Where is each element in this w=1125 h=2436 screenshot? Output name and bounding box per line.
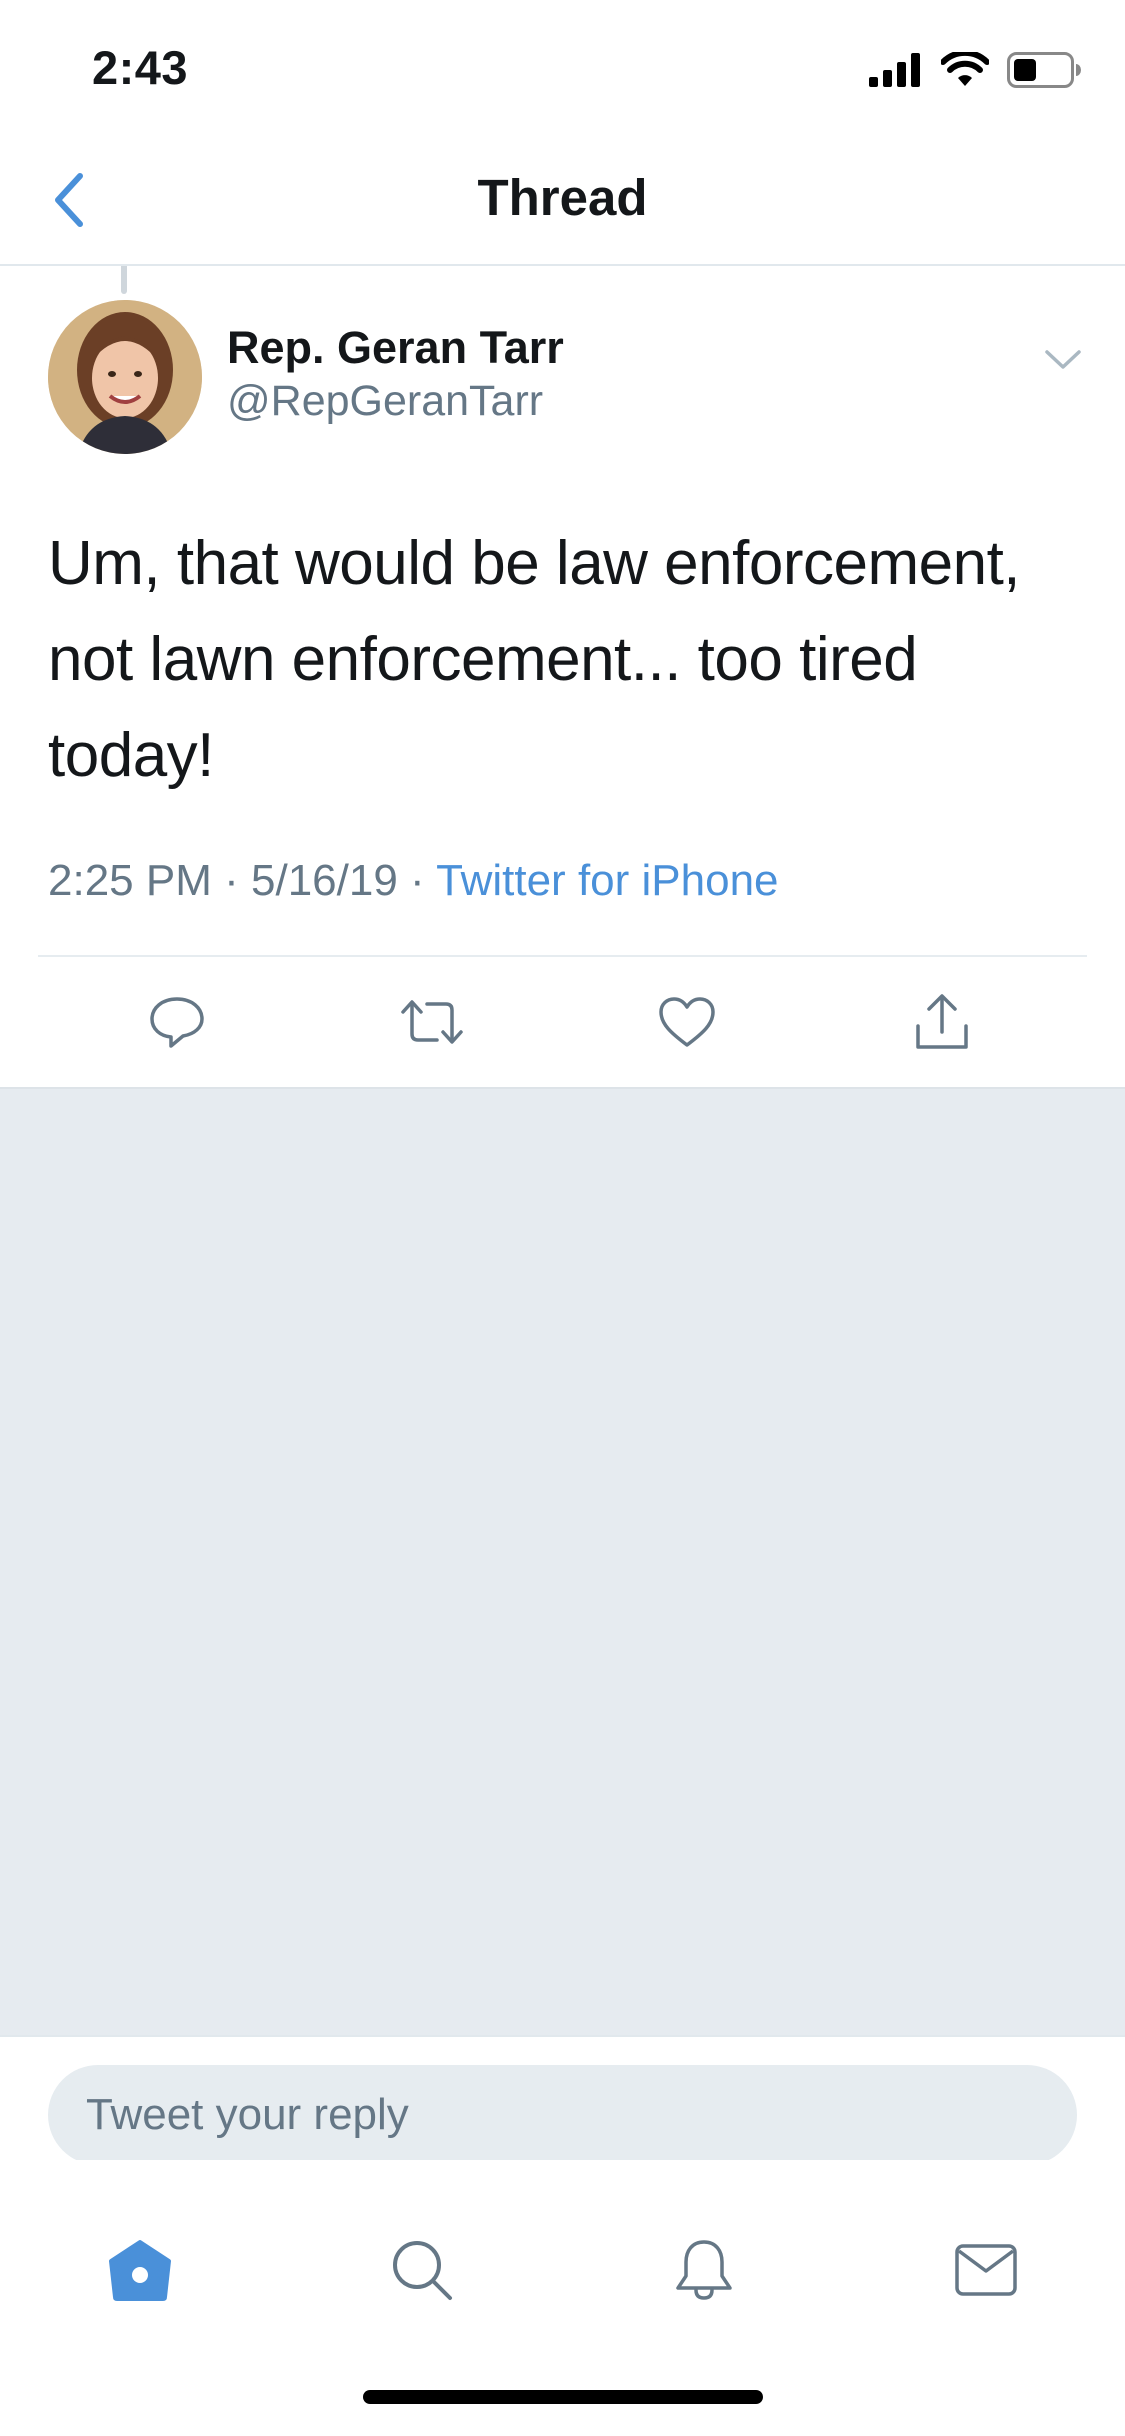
- page-title: Thread: [477, 169, 648, 226]
- home-icon: [109, 2240, 171, 2301]
- like-button[interactable]: [652, 987, 722, 1057]
- tweet-meta: 2:25 PM · 5/16/19 · Twitter for iPhone: [48, 856, 779, 906]
- tweet-text: Um, that would be law enforcement, not l…: [48, 529, 1021, 790]
- tweet-actions: [0, 957, 1125, 1087]
- retweet-button[interactable]: [397, 987, 467, 1057]
- tweet-menu-button[interactable]: [1035, 332, 1091, 388]
- tweet-date: 5/16/19: [251, 856, 398, 905]
- tweet-time: 2:25 PM: [48, 856, 212, 905]
- reply-button[interactable]: [142, 987, 212, 1057]
- retweet-icon: [401, 1000, 463, 1044]
- like-icon: [659, 997, 715, 1047]
- reply-composer: [0, 2035, 1125, 2165]
- wifi-icon: [941, 52, 989, 86]
- status-bar: 2:43: [0, 0, 1125, 132]
- empty-replies-area: [0, 1087, 1125, 2035]
- status-icons: [869, 50, 1081, 90]
- thread-connector-line: [121, 266, 127, 294]
- signal-icon: [869, 53, 920, 87]
- status-time: 2:43: [92, 41, 189, 94]
- tab-bar: [0, 2160, 1125, 2310]
- messages-icon: [955, 2244, 1017, 2296]
- tab-messages[interactable]: [946, 2230, 1026, 2310]
- chevron-down-icon: [1045, 350, 1081, 369]
- battery-icon: [1007, 52, 1081, 88]
- home-indicator[interactable]: [363, 2390, 763, 2404]
- nav-header: Thread: [0, 132, 1125, 266]
- author-name[interactable]: Rep. Geran Tarr: [227, 322, 564, 374]
- tab-home[interactable]: [100, 2230, 180, 2310]
- share-button[interactable]: [907, 987, 977, 1057]
- thread-screen: 2:43 Thread Rep. Geran Tarr @RepGeranTar…: [0, 0, 1125, 2436]
- author-handle: @RepGeranTarr: [227, 377, 544, 425]
- avatar-photo: [48, 300, 202, 454]
- share-icon: [916, 994, 968, 1049]
- meta-separator: ·: [410, 856, 425, 905]
- tab-notifications[interactable]: [664, 2230, 744, 2310]
- tab-search[interactable]: [382, 2230, 462, 2310]
- search-icon: [393, 2241, 452, 2300]
- avatar[interactable]: [48, 300, 202, 454]
- tweet-source-link[interactable]: Twitter for iPhone: [436, 856, 778, 905]
- notifications-icon: [676, 2240, 732, 2300]
- reply-input[interactable]: [48, 2065, 1077, 2165]
- meta-separator: ·: [224, 856, 239, 905]
- reply-icon: [150, 997, 204, 1048]
